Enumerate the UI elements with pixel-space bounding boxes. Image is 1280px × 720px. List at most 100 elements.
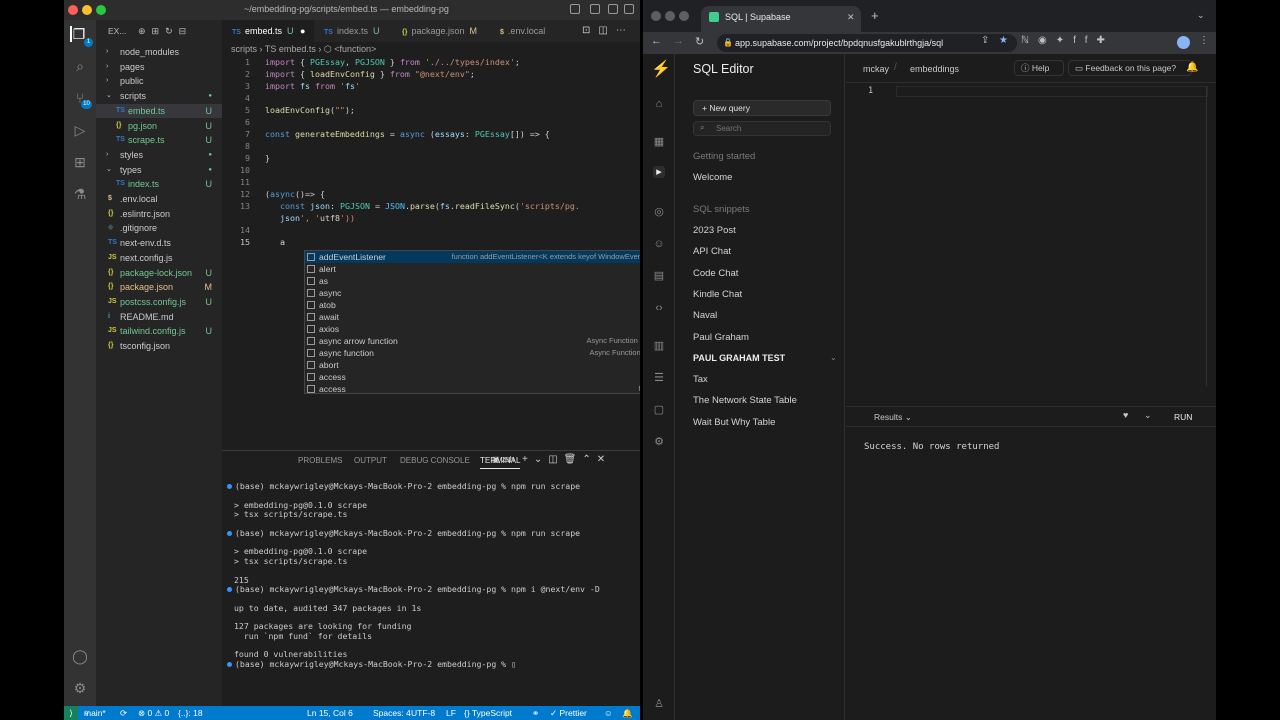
share-icon[interactable]: ⇪: [981, 35, 989, 46]
autocomplete-suggestions[interactable]: addEventListener function addEventListene…: [304, 250, 640, 394]
results-divider[interactable]: [846, 406, 1216, 407]
notifications-bell-icon[interactable]: 🔔: [1186, 62, 1198, 73]
snippet-item[interactable]: Kindle Chat: [693, 289, 742, 300]
explorer-folder[interactable]: ⌄ scripts ●: [96, 89, 222, 103]
code-line[interactable]: import fs from 'fs': [265, 81, 360, 91]
notifications-icon[interactable]: 🔔: [622, 706, 633, 720]
code-line[interactable]: a: [265, 237, 285, 247]
explorer-file[interactable]: TS scrape.ts U: [96, 133, 222, 147]
profile-avatar[interactable]: [1177, 36, 1190, 49]
snippet-item[interactable]: Paul Graham: [693, 332, 749, 343]
snippet-item[interactable]: API Chat: [693, 246, 731, 257]
command-status-dot-icon[interactable]: [227, 586, 232, 592]
api-docs-icon[interactable]: ▢: [653, 404, 665, 416]
run-button[interactable]: RUN: [1174, 412, 1192, 422]
panel-tab[interactable]: OUTPUT: [354, 456, 387, 465]
suggestion-item[interactable]: atob: [305, 299, 640, 311]
explorer-file[interactable]: {} package.json M: [96, 280, 222, 294]
project-settings-gear-icon[interactable]: ⚙: [653, 436, 665, 448]
explorer-folder[interactable]: › pages: [96, 60, 222, 74]
code-line[interactable]: }: [265, 153, 270, 163]
explorer-folder[interactable]: › public: [96, 74, 222, 88]
suggestion-item[interactable]: axios: [305, 323, 640, 335]
chevron-down-icon[interactable]: ⌄: [830, 353, 837, 362]
sql-query-editor[interactable]: 1: [846, 84, 1216, 404]
favorite-heart-icon[interactable]: ♥: [1123, 410, 1128, 420]
maximize-window-button[interactable]: [679, 11, 689, 21]
snippet-item[interactable]: Tax: [693, 374, 708, 385]
browser-tab[interactable]: SQL | Supabase ✕: [701, 6, 861, 32]
maximize-window-button[interactable]: [96, 5, 106, 15]
explorer-file[interactable]: JS postcss.config.js U: [96, 295, 222, 309]
snippet-item[interactable]: Code Chat: [693, 268, 738, 279]
extension-icons[interactable]: ℕ◉✦ff✚: [1021, 35, 1114, 46]
testing-icon[interactable]: ⚗: [72, 186, 88, 202]
code-line[interactable]: import { loadEnvConfig } from "@next/env…: [265, 69, 475, 79]
tab-search-icon[interactable]: ⌄: [1197, 10, 1205, 21]
logs-icon[interactable]: ☰: [653, 372, 665, 384]
edge-functions-icon[interactable]: ‹›: [653, 302, 665, 314]
command-status-dot-icon[interactable]: [227, 484, 232, 489]
back-icon[interactable]: ←: [651, 35, 662, 47]
snippet-item[interactable]: Naval: [693, 310, 717, 321]
close-window-button[interactable]: [68, 5, 78, 15]
editor-tab[interactable]: TS embed.ts U ●: [222, 20, 314, 42]
editor-scrollbar[interactable]: [1206, 86, 1212, 386]
suggestion-item[interactable]: accessfs: [305, 371, 640, 383]
search-input[interactable]: [716, 123, 826, 134]
minimize-window-button[interactable]: [82, 5, 92, 15]
reload-icon[interactable]: ↻: [695, 35, 704, 48]
menu-item-welcome[interactable]: Welcome: [693, 172, 732, 183]
command-status-dot-icon[interactable]: [227, 661, 232, 667]
suggestion-item[interactable]: abortprocess: [305, 359, 640, 371]
snippet-group-title[interactable]: PAUL GRAHAM TEST: [693, 353, 785, 363]
explorer-actions[interactable]: ⊕⊞↻⊟: [138, 26, 192, 37]
user-account-icon[interactable]: ♙: [653, 698, 665, 710]
code-line[interactable]: json', 'utf8')): [265, 213, 355, 223]
breadcrumb-org[interactable]: mckay: [863, 64, 889, 74]
supabase-logo-icon[interactable]: ⚡: [651, 62, 671, 78]
code-line[interactable]: import { PGEssay, PGJSON } from './../ty…: [265, 57, 520, 67]
explorer-file[interactable]: {} package-lock.json U: [96, 266, 222, 280]
explorer-file[interactable]: JS next.config.js: [96, 251, 222, 265]
remote-icon[interactable]: ⟩: [64, 706, 78, 720]
explorer-folder[interactable]: › styles ●: [96, 148, 222, 162]
explorer-file[interactable]: ◆ .gitignore: [96, 221, 222, 235]
code-line[interactable]: const json: PGJSON = JSON.parse(fs.readF…: [265, 201, 580, 211]
bookmark-star-icon[interactable]: ★: [999, 35, 1008, 46]
suggestion-item[interactable]: async function Async Function Statement: [305, 347, 640, 359]
database-icon[interactable]: ◎: [653, 206, 665, 218]
authentication-icon[interactable]: ☺: [653, 238, 665, 250]
explorer-folder[interactable]: › node_modules: [96, 45, 222, 59]
live-share-icon[interactable]: ⚭: [532, 706, 539, 720]
terminal-shell[interactable]: ▣ zsh: [492, 455, 514, 464]
home-icon[interactable]: ⌂: [653, 98, 665, 110]
results-tab[interactable]: Results ⌄: [874, 412, 912, 423]
eol[interactable]: LF: [446, 706, 456, 720]
snippet-item[interactable]: Wait But Why Table: [693, 417, 775, 428]
explorer-file[interactable]: $ .env.local: [96, 192, 222, 206]
table-editor-icon[interactable]: ▦: [653, 136, 665, 148]
indentation[interactable]: Spaces: 4: [373, 706, 411, 720]
feedback-button[interactable]: ▭ Feedback on this page?: [1068, 60, 1192, 76]
toggle-panel-icon[interactable]: [590, 4, 600, 14]
search-box[interactable]: ⌕: [693, 121, 831, 136]
explorer-file[interactable]: {} pg.json U: [96, 119, 222, 133]
address-bar[interactable]: 🔒 app.supabase.com/project/bpdqnusfgakub…: [717, 34, 1017, 52]
suggestion-item[interactable]: access fs/promises: [305, 383, 640, 395]
reports-icon[interactable]: ▥: [653, 340, 665, 352]
explorer-file[interactable]: i README.md: [96, 310, 222, 324]
suggestion-item[interactable]: as: [305, 275, 640, 287]
account-icon[interactable]: ◯: [72, 648, 88, 664]
close-window-button[interactable]: [651, 11, 661, 21]
toggle-secondary-sidebar-icon[interactable]: [608, 4, 618, 14]
panel-actions[interactable]: +⌄◫🗑⌃✕: [522, 454, 611, 465]
suggestion-item[interactable]: alert: [305, 263, 640, 275]
help-button[interactable]: ⓘ Help: [1014, 60, 1064, 76]
suggestion-item[interactable]: async arrow function Async Function Expre…: [305, 335, 640, 347]
settings-gear-icon[interactable]: ⚙: [72, 680, 88, 696]
panel-tab[interactable]: DEBUG CONSOLE: [400, 456, 470, 465]
chrome-menu-icon[interactable]: ⋮: [1199, 35, 1209, 46]
extensions-icon[interactable]: ⊞: [72, 154, 88, 170]
command-status-dot-icon[interactable]: [227, 530, 232, 536]
